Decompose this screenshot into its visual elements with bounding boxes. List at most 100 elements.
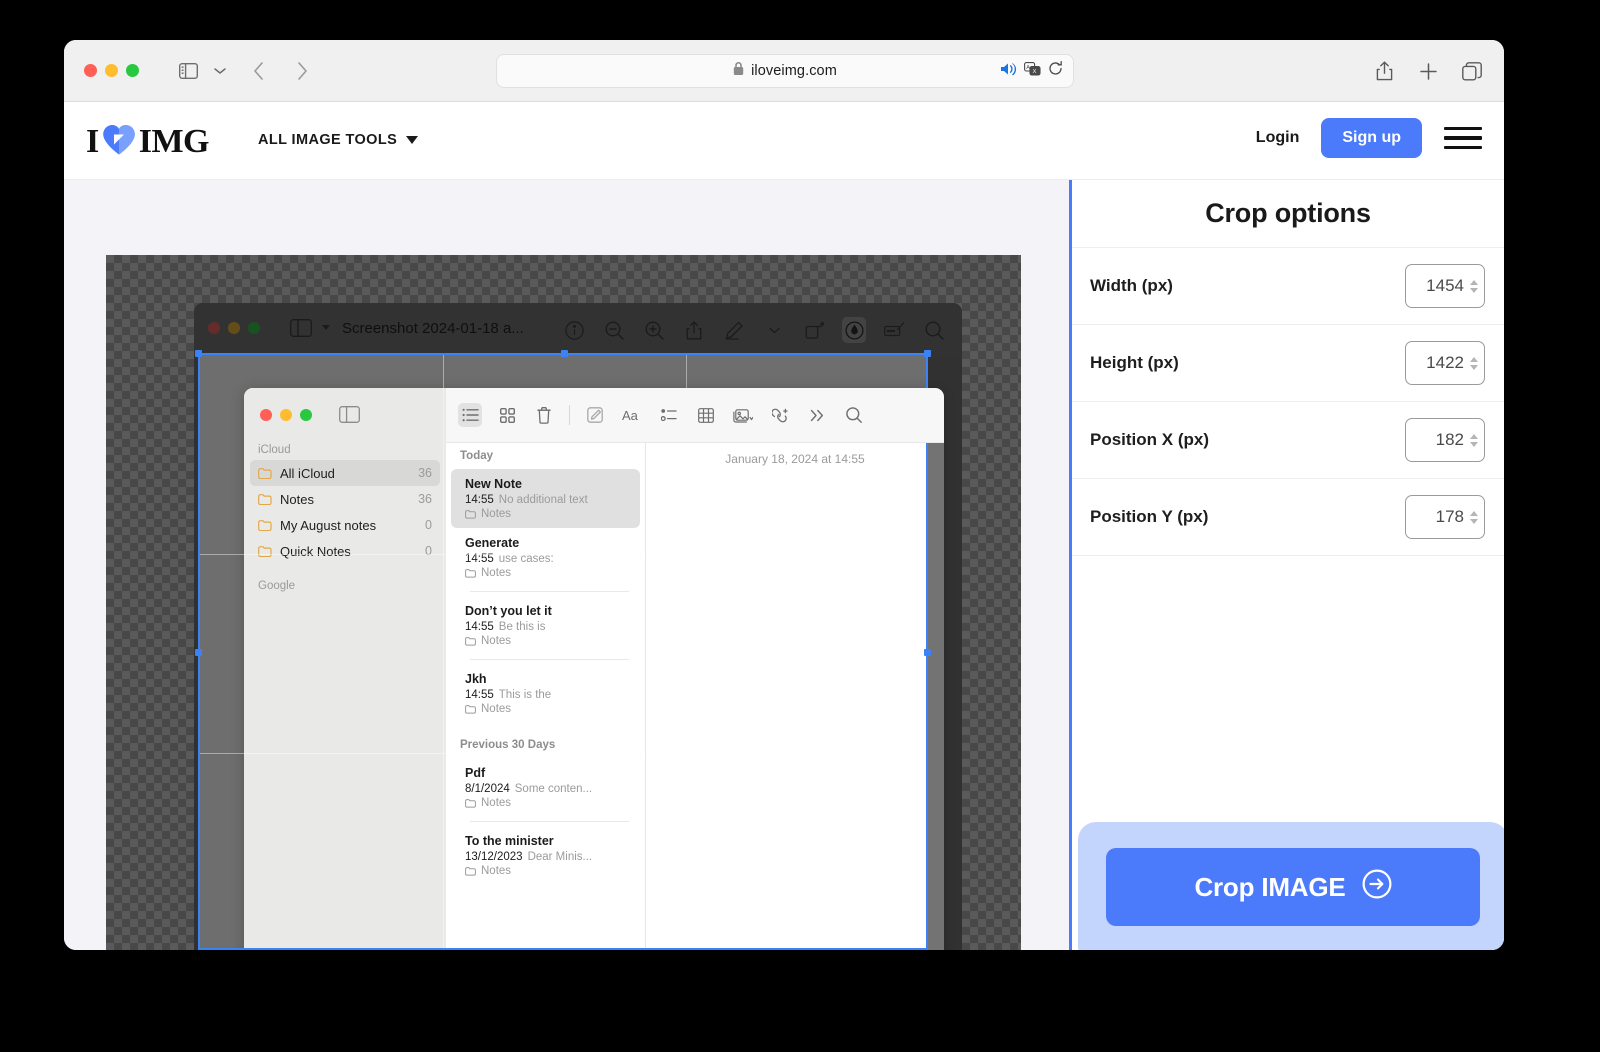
note-title: Jkh [465, 672, 487, 686]
close-window-button[interactable] [84, 64, 97, 77]
note-folder: Notes [465, 567, 630, 579]
option-row-width: Width (px) 1454 [1072, 248, 1504, 325]
minimize-window-button[interactable] [105, 64, 118, 77]
minimize-window-button [280, 409, 292, 421]
checklist-icon [657, 403, 681, 427]
stepper-up-icon[interactable] [1470, 356, 1478, 362]
notes-traffic-lights [260, 409, 312, 421]
note-folder-label: Notes [481, 635, 512, 647]
position-y-stepper[interactable] [1470, 510, 1478, 524]
browser-toolbar: iloveimg.com A X [64, 40, 1504, 102]
note-meta: 14:55 No additional text [465, 494, 630, 506]
note-folder-label: Notes [481, 703, 512, 715]
note-title: Don’t you let it [465, 604, 552, 618]
signup-button[interactable]: Sign up [1321, 118, 1422, 158]
tabs-overview-icon[interactable] [1460, 58, 1484, 84]
browser-toolbar-actions [1372, 58, 1484, 84]
folder-icon [258, 545, 272, 557]
crop-image-button-label: Crop IMAGE [1194, 871, 1346, 902]
site-header: I IMG ALL IMAGE TOOLS Login Sign up [64, 102, 1504, 180]
iloveimg-logo[interactable]: I IMG [86, 122, 210, 162]
note-divider [470, 821, 629, 822]
stepper-up-icon[interactable] [1470, 433, 1478, 439]
sidebar-item-label: Quick Notes [280, 543, 351, 559]
note-list-item: Pdf 8/1/2024 Some conten... Notes [451, 758, 640, 817]
folder-icon [465, 866, 476, 876]
note-divider [470, 659, 629, 660]
share-icon[interactable] [1372, 58, 1396, 84]
position-x-input[interactable]: 182 [1405, 418, 1485, 462]
zoom-out-icon [602, 317, 626, 343]
notes-list: Aa Today New Note 14:55 No additional te… [446, 388, 944, 950]
maximize-window-button [248, 322, 260, 334]
position-y-label: Position Y (px) [1090, 507, 1209, 526]
sidebar-item-count: 36 [418, 466, 432, 480]
sidebar-item-label: My August notes [280, 517, 377, 533]
image-editor-canvas[interactable]: Screenshot 2024-01-18 a... iCloud All iC… [64, 180, 1069, 950]
width-input[interactable]: 1454 [1405, 264, 1485, 308]
folder-icon [258, 519, 272, 531]
folder-icon [465, 798, 476, 808]
note-detail-pane: January 18, 2024 at 14:55 [646, 388, 944, 950]
preview-traffic-lights [208, 322, 260, 334]
preview-window-title: Screenshot 2024-01-18 a... [342, 320, 524, 337]
stepper-down-icon[interactable] [1470, 364, 1478, 370]
compose-icon [583, 403, 607, 427]
all-image-tools-label: ALL IMAGE TOOLS [258, 132, 398, 148]
note-group-label-previous-30-days: Previous 30 Days [460, 739, 556, 751]
folder-icon [465, 704, 476, 714]
sidebar-item-count: 0 [425, 544, 432, 558]
note-group-label-today: Today [460, 450, 494, 462]
hamburger-bar [1444, 136, 1482, 140]
sidebar-folder-list: All iCloud 36 Notes 36 My August notes 0… [250, 460, 440, 564]
sidebar-item-all-icloud: All iCloud 36 [250, 460, 440, 486]
image-stage[interactable]: Screenshot 2024-01-18 a... iCloud All iC… [106, 255, 1021, 950]
note-meta: 14:55 use cases: [465, 553, 630, 565]
position-y-input[interactable]: 178 [1405, 495, 1485, 539]
stepper-down-icon[interactable] [1470, 441, 1478, 447]
hamburger-menu-icon[interactable] [1444, 123, 1482, 154]
chevron-down-icon[interactable] [206, 58, 234, 84]
reload-icon[interactable] [1048, 61, 1063, 81]
hamburger-bar [1444, 145, 1482, 150]
header-actions: Login Sign up [1256, 118, 1482, 158]
note-list-item: New Note 14:55 No additional text Notes [451, 469, 640, 528]
signature-icon [882, 317, 906, 343]
stepper-down-icon[interactable] [1470, 287, 1478, 293]
close-window-button [208, 322, 220, 334]
note-divider [470, 591, 629, 592]
preview-toolbar [562, 317, 946, 343]
translate-icon[interactable]: A X [1024, 61, 1041, 81]
forward-arrow-icon[interactable] [288, 58, 316, 84]
svg-text:Aa: Aa [622, 408, 639, 422]
sidebar-section-google-label: Google [258, 580, 296, 592]
media-icon [731, 403, 755, 427]
maximize-window-button[interactable] [126, 64, 139, 77]
note-folder-label: Notes [481, 797, 512, 809]
list-view-icon [458, 403, 482, 427]
notes-list-content: Today New Note 14:55 No additional text N… [446, 443, 645, 885]
all-image-tools-menu[interactable]: ALL IMAGE TOOLS [258, 132, 419, 148]
login-link[interactable]: Login [1256, 129, 1300, 147]
info-icon [562, 317, 586, 343]
note-meta: 13/12/2023 Dear Minis... [465, 851, 630, 863]
stepper-up-icon[interactable] [1470, 279, 1478, 285]
plus-icon[interactable] [1416, 58, 1440, 84]
address-bar[interactable]: iloveimg.com A X [496, 54, 1074, 88]
crop-action-container: Crop IMAGE [1078, 822, 1504, 950]
speaker-icon[interactable] [1001, 62, 1017, 81]
svg-text:X: X [1033, 69, 1037, 75]
position-x-stepper[interactable] [1470, 433, 1478, 447]
stepper-up-icon[interactable] [1470, 510, 1478, 516]
position-x-value: 182 [1435, 430, 1464, 449]
back-arrow-icon[interactable] [244, 58, 272, 84]
sidebar-item-quick-notes: Quick Notes 0 [250, 538, 440, 564]
height-input[interactable]: 1422 [1405, 341, 1485, 385]
crop-image-button[interactable]: Crop IMAGE [1106, 848, 1480, 926]
sidebar-toggle-icon[interactable] [174, 58, 202, 84]
search-icon [922, 317, 946, 343]
width-stepper[interactable] [1470, 279, 1478, 293]
stepper-down-icon[interactable] [1470, 518, 1478, 524]
height-stepper[interactable] [1470, 356, 1478, 370]
note-meta: 14:55 Be this is [465, 621, 630, 633]
